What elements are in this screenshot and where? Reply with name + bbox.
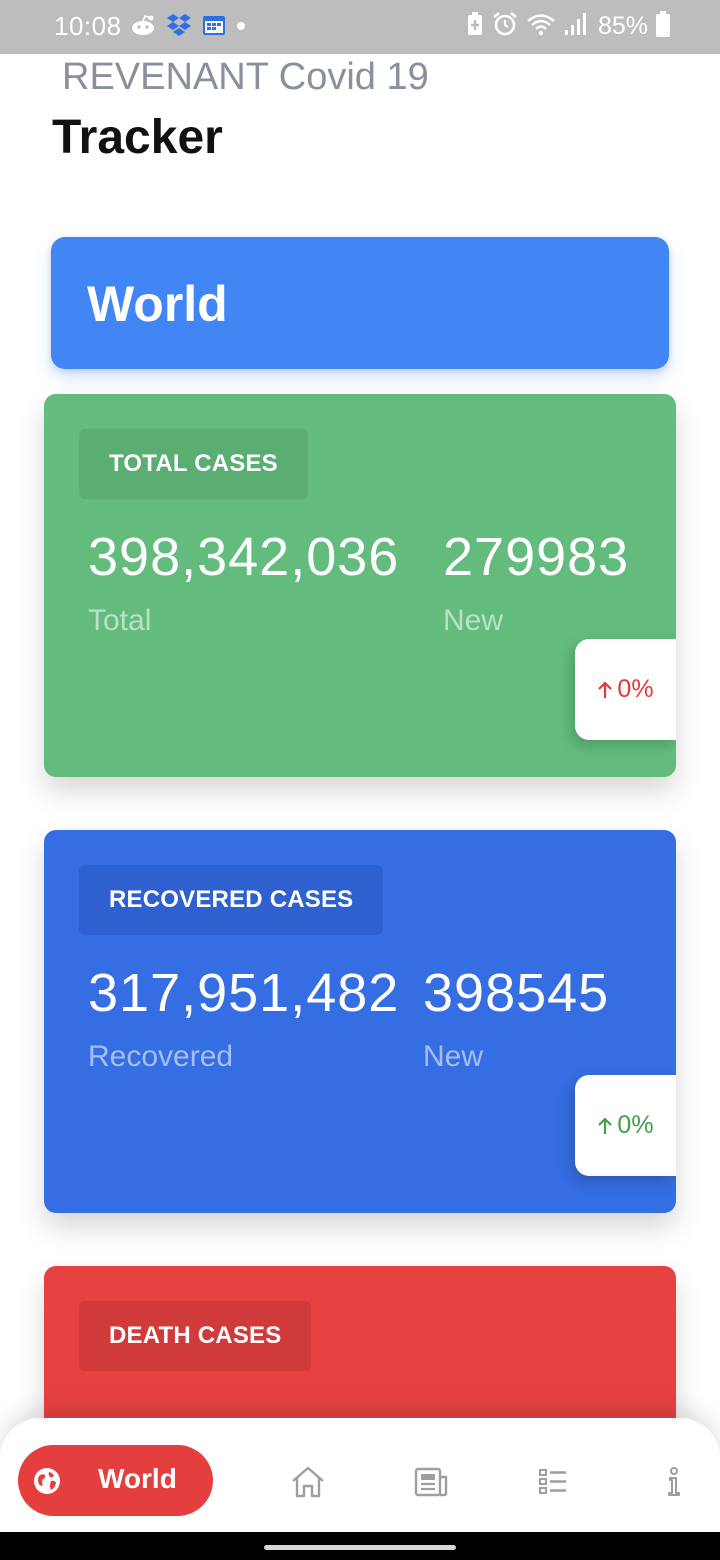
- wifi-icon: [526, 12, 556, 41]
- globe-icon: [34, 1468, 60, 1494]
- info-icon: [668, 1467, 680, 1496]
- calendar-icon: [202, 14, 226, 41]
- battery-icon: [656, 10, 670, 42]
- status-icons-left: [130, 13, 246, 41]
- status-time: 10:08: [54, 11, 122, 41]
- arrow-up-icon: [598, 1116, 613, 1134]
- status-bar: 10:08 85%: [0, 0, 720, 54]
- card-chip-death: DEATH CASES: [79, 1301, 312, 1371]
- new-recovered-value: 398545: [423, 963, 610, 1023]
- nav-list-button[interactable]: [533, 1462, 573, 1502]
- battery-percent: 85%: [597, 11, 648, 40]
- dot-icon: [236, 18, 246, 36]
- signal-icon: [564, 12, 586, 41]
- recovered-value: 317,951,482: [88, 963, 400, 1023]
- change-value: 0%: [617, 1111, 654, 1139]
- arrow-up-icon: [598, 680, 613, 698]
- recovered-label: Recovered: [88, 1040, 234, 1073]
- nav-news-button[interactable]: [411, 1462, 451, 1502]
- reddit-icon: [130, 14, 156, 41]
- new-cases-value: 279983: [443, 527, 630, 587]
- screen: 10:08 85% REVENANT Covid 19 Tracker Worl…: [0, 0, 720, 1560]
- total-cases-value: 398,342,036: [88, 527, 400, 587]
- app-subtitle: Tracker: [52, 111, 223, 164]
- recovered-cases-card[interactable]: RECOVERED CASES 317,951,482 398545 Recov…: [44, 830, 676, 1213]
- card-chip-recovered: RECOVERED CASES: [79, 865, 384, 935]
- home-gesture-handle[interactable]: [264, 1545, 456, 1550]
- bottom-nav: World: [0, 1418, 720, 1532]
- alarm-icon: [492, 11, 518, 42]
- change-pill: 0%: [575, 1075, 676, 1176]
- nav-home-button[interactable]: [288, 1462, 328, 1502]
- change-pill: 0%: [575, 639, 676, 740]
- card-chip-total: TOTAL CASES: [79, 429, 308, 499]
- news-icon: [414, 1467, 448, 1497]
- region-banner[interactable]: World: [51, 237, 669, 369]
- battery-saver-icon: [466, 11, 484, 42]
- total-cases-label: Total: [88, 604, 152, 637]
- app-title: REVENANT Covid 19: [62, 56, 429, 98]
- change-value: 0%: [617, 675, 654, 703]
- status-icons-right: 85%: [466, 10, 670, 42]
- system-nav-bar: [0, 1532, 720, 1560]
- home-icon: [292, 1466, 324, 1498]
- new-recovered-label: New: [423, 1040, 484, 1073]
- region-label: World: [87, 276, 228, 332]
- nav-world-button[interactable]: World: [18, 1445, 213, 1516]
- nav-world-label: World: [98, 1463, 177, 1494]
- new-cases-label: New: [443, 604, 504, 637]
- list-icon: [539, 1469, 566, 1494]
- dropbox-icon: [166, 13, 192, 42]
- nav-info-button[interactable]: [654, 1462, 694, 1502]
- total-cases-card[interactable]: TOTAL CASES 398,342,036 279983 Total New…: [44, 394, 676, 777]
